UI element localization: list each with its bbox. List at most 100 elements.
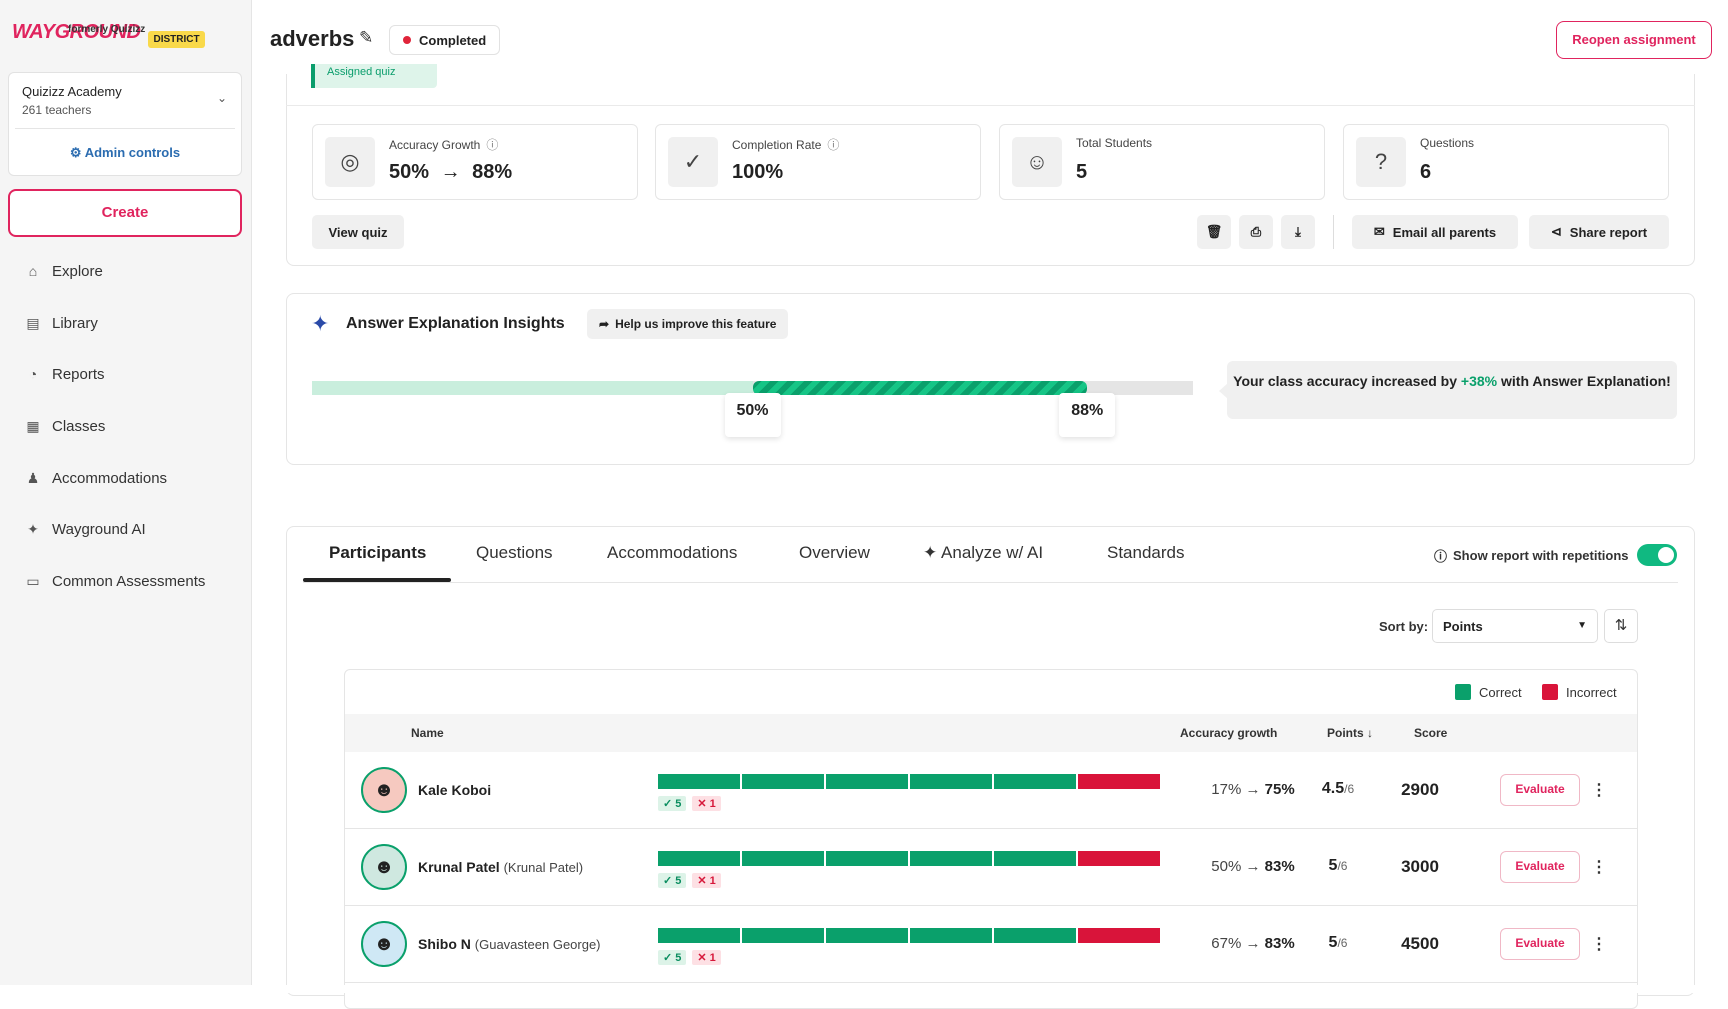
answer-segment[interactable] [826, 851, 908, 866]
accuracy-growth-fill [752, 381, 1088, 395]
answer-segment[interactable] [910, 851, 992, 866]
sort-arrows-icon: ⇅ [1614, 617, 1628, 634]
correct-count: ✓ 5 [658, 950, 687, 965]
view-quiz-button[interactable]: View quiz [312, 215, 404, 249]
sidebar-item-library[interactable]: ▤ Library [24, 314, 97, 332]
sort-direction-button[interactable]: ⇅ [1604, 609, 1638, 643]
library-icon: ▤ [26, 315, 40, 331]
info-icon[interactable]: ⓘ [486, 138, 498, 152]
table-row[interactable]: ☻ Kale Koboi ✓ 5 ✕ 1 17% → 75% 4.5/6 2900 Evalua… [345, 752, 1637, 829]
answer-segment[interactable] [994, 851, 1076, 866]
end-percent-label: 88% [1059, 393, 1116, 437]
answer-segment[interactable] [994, 774, 1076, 789]
sidebar-item-wayground-ai[interactable]: ✦ Wayground AI [24, 520, 146, 538]
share-report-button[interactable]: ⊲ Share report [1529, 215, 1669, 249]
evaluate-button[interactable]: Evaluate [1500, 774, 1580, 806]
answer-segment[interactable] [910, 774, 992, 789]
answer-segment[interactable] [826, 928, 908, 943]
sort-select[interactable]: Points ▼ [1432, 609, 1598, 643]
legend-correct: Correct [1455, 684, 1522, 700]
tab-participants[interactable]: Participants [329, 543, 426, 563]
col-header-points[interactable]: Points ↓ [1327, 726, 1373, 740]
sidebar-item-label: Common Assessments [52, 572, 206, 590]
sidebar-item-label: Explore [52, 262, 103, 280]
sidebar-item-label: Reports [52, 365, 105, 383]
start-percent-label: 50% [724, 393, 781, 437]
stat-label: Total Students [1076, 136, 1153, 150]
tab-standards[interactable]: Standards [1107, 543, 1185, 563]
sidebar-item-classes[interactable]: ▦ Classes [24, 417, 105, 435]
avatar: ☻ [361, 921, 407, 967]
divider [15, 128, 235, 129]
arrow-down-icon: ↓ [1367, 726, 1374, 740]
student-name[interactable]: Shibo N (Guavasteen George) [418, 936, 601, 952]
accuracy-delta: +38% [1460, 373, 1498, 389]
chevron-down-icon[interactable]: ⌄ [217, 91, 227, 105]
help-circle-icon[interactable]: ⓘ [1434, 546, 1447, 565]
table-row[interactable]: ☻ Krunal Patel (Krunal Patel) ✓ 5 ✕ 1 50% → 83… [345, 829, 1637, 906]
col-header-score: Score [1414, 726, 1448, 740]
answer-segment[interactable] [994, 928, 1076, 943]
sidebar-item-common-assessments[interactable]: ▭ Common Assessments [24, 572, 205, 590]
tab-accommodations[interactable]: Accommodations [607, 543, 737, 563]
answer-segment[interactable] [658, 774, 740, 789]
edit-icon[interactable]: ✎ [359, 28, 373, 48]
stat-total-students: ☺ Total Students 5 [999, 124, 1325, 200]
student-name[interactable]: Kale Koboi [418, 782, 491, 798]
sort-value: Points [1443, 619, 1483, 634]
tab-questions[interactable]: Questions [476, 543, 553, 563]
answer-counts: ✓ 5 ✕ 1 [658, 796, 721, 811]
trash-icon: 🗑 [1205, 224, 1223, 239]
sidebar-item-accommodations[interactable]: ♟ Accommodations [24, 469, 167, 487]
sidebar-item-explore[interactable]: ⌂ Explore [24, 262, 103, 280]
email-all-parents-button[interactable]: ✉ Email all parents [1352, 215, 1518, 249]
help-improve-button[interactable]: ➦ Help us improve this feature [587, 309, 789, 339]
answer-segment[interactable] [658, 928, 740, 943]
users-icon: ☺ [1012, 137, 1062, 187]
accuracy-growth: 17% → 75% [1211, 781, 1295, 798]
more-options-icon[interactable]: ⋮ [1591, 780, 1607, 800]
answer-segment[interactable] [1078, 774, 1160, 789]
answer-segment[interactable] [742, 851, 824, 866]
admin-controls-link[interactable]: ⚙ Admin controls [9, 145, 241, 161]
tab-overview[interactable]: Overview [799, 543, 870, 563]
create-button[interactable]: Create [8, 189, 242, 237]
sidebar-item-label: Wayground AI [52, 520, 146, 538]
sparkle-icon: ✦ [923, 543, 938, 562]
tab-analyze-ai[interactable]: ✦ Analyze w/ AI [923, 543, 1043, 563]
share-label: Share report [1569, 224, 1648, 240]
answer-segment[interactable] [1078, 928, 1160, 943]
gear-icon: ⚙ [69, 145, 82, 160]
reopen-assignment-button[interactable]: Reopen assignment [1556, 21, 1712, 59]
more-options-icon[interactable]: ⋮ [1591, 934, 1607, 954]
sidebar-item-reports[interactable]: ◔ Reports [24, 365, 105, 383]
target-icon: ◎ [325, 137, 375, 187]
stat-accuracy-growth: ◎ Accuracy Growth ⓘ 50% → 88% [312, 124, 638, 200]
answer-segment[interactable] [1078, 851, 1160, 866]
stat-questions: ? Questions 6 [1343, 124, 1669, 200]
answer-segment[interactable] [742, 928, 824, 943]
reports-icon: ◔ [28, 366, 38, 382]
answer-segment[interactable] [742, 774, 824, 789]
info-icon[interactable]: ⓘ [827, 138, 839, 152]
repetitions-toggle[interactable] [1637, 544, 1677, 566]
download-button[interactable]: ⤓ [1281, 215, 1315, 249]
answer-segment[interactable] [910, 928, 992, 943]
answer-segment[interactable] [658, 851, 740, 866]
print-button[interactable]: ⎙ [1239, 215, 1273, 249]
avatar: ☻ [361, 767, 407, 813]
table-row[interactable]: ☻ Shibo N (Guavasteen George) ✓ 5 ✕ 1 67% → 83… [345, 906, 1637, 983]
share-arrow-icon: ➦ [599, 317, 610, 331]
answer-segment[interactable] [826, 774, 908, 789]
incorrect-count: ✕ 1 [692, 796, 721, 811]
student-alt-name: (Guavasteen George) [474, 937, 601, 952]
student-name[interactable]: Krunal Patel (Krunal Patel) [418, 859, 583, 875]
more-options-icon[interactable]: ⋮ [1591, 857, 1607, 877]
org-switcher[interactable]: Quizizz Academy 261 teachers ⌄ ⚙ Admin c… [8, 72, 242, 176]
delete-button[interactable]: 🗑 [1197, 215, 1231, 249]
correct-count: ✓ 5 [658, 796, 687, 811]
org-teacher-count: 261 teachers [22, 103, 92, 117]
evaluate-button[interactable]: Evaluate [1500, 851, 1580, 883]
evaluate-button[interactable]: Evaluate [1500, 928, 1580, 960]
answer-counts: ✓ 5 ✕ 1 [658, 873, 721, 888]
